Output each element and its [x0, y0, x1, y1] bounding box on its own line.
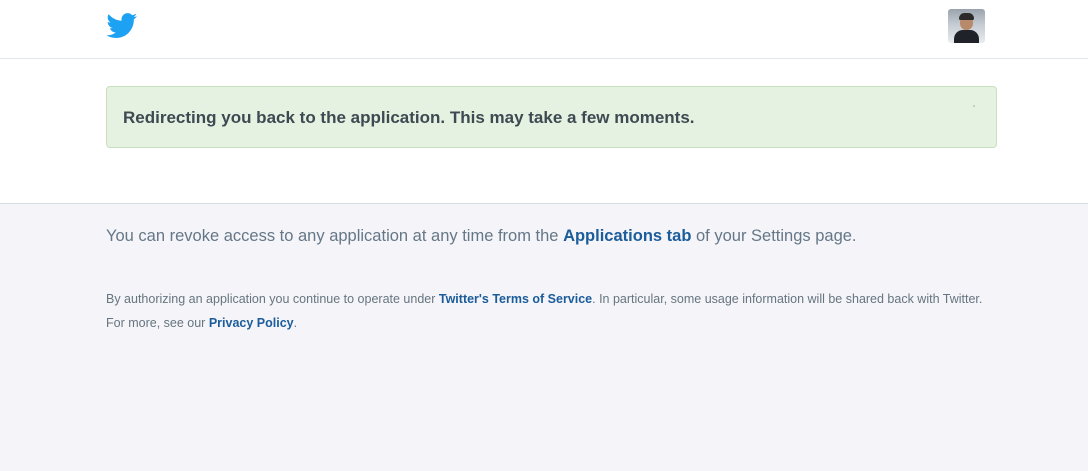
terms-suffix: . [293, 316, 298, 330]
avatar-body [954, 30, 979, 43]
revoke-prefix: You can revoke access to any application… [106, 227, 564, 245]
alert-dot [973, 105, 975, 107]
redirect-alert: Redirecting you back to the application.… [106, 86, 997, 148]
twitter-bird-icon[interactable] [106, 13, 138, 39]
privacy-policy-link[interactable]: Privacy Policy [209, 316, 294, 330]
user-avatar[interactable] [948, 9, 985, 43]
revoke-notice: You can revoke access to any application… [106, 225, 966, 248]
revoke-suffix: of your Settings page. [691, 227, 857, 245]
footer-panel: You can revoke access to any application… [0, 203, 1088, 471]
applications-tab-link[interactable]: Applications tab [563, 227, 691, 245]
terms-prefix: By authorizing an application you contin… [106, 292, 439, 306]
top-bar [0, 0, 1088, 59]
redirect-message: Redirecting you back to the application.… [123, 108, 695, 127]
terms-notice: By authorizing an application you contin… [106, 287, 996, 335]
terms-of-service-link[interactable]: Twitter's Terms of Service [439, 292, 592, 306]
avatar-hair [959, 13, 974, 20]
